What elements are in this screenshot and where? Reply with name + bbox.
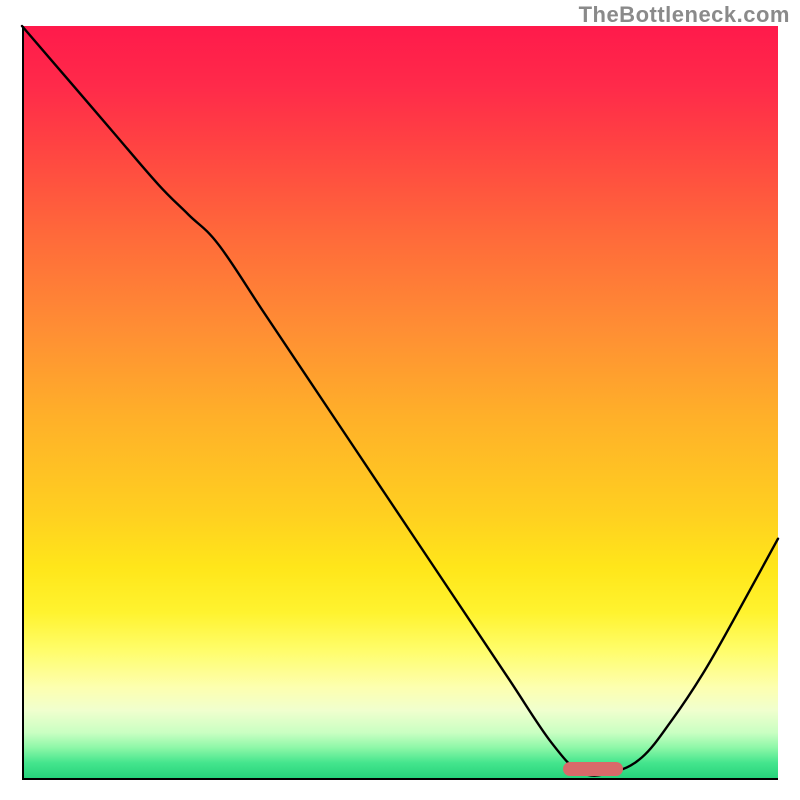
optimal-range-marker (563, 762, 623, 776)
chart-container: TheBottleneck.com (0, 0, 800, 800)
plot-area (22, 26, 778, 780)
chart-svg (22, 26, 778, 780)
bottleneck-curve (22, 26, 778, 776)
watermark-text: TheBottleneck.com (579, 2, 790, 28)
